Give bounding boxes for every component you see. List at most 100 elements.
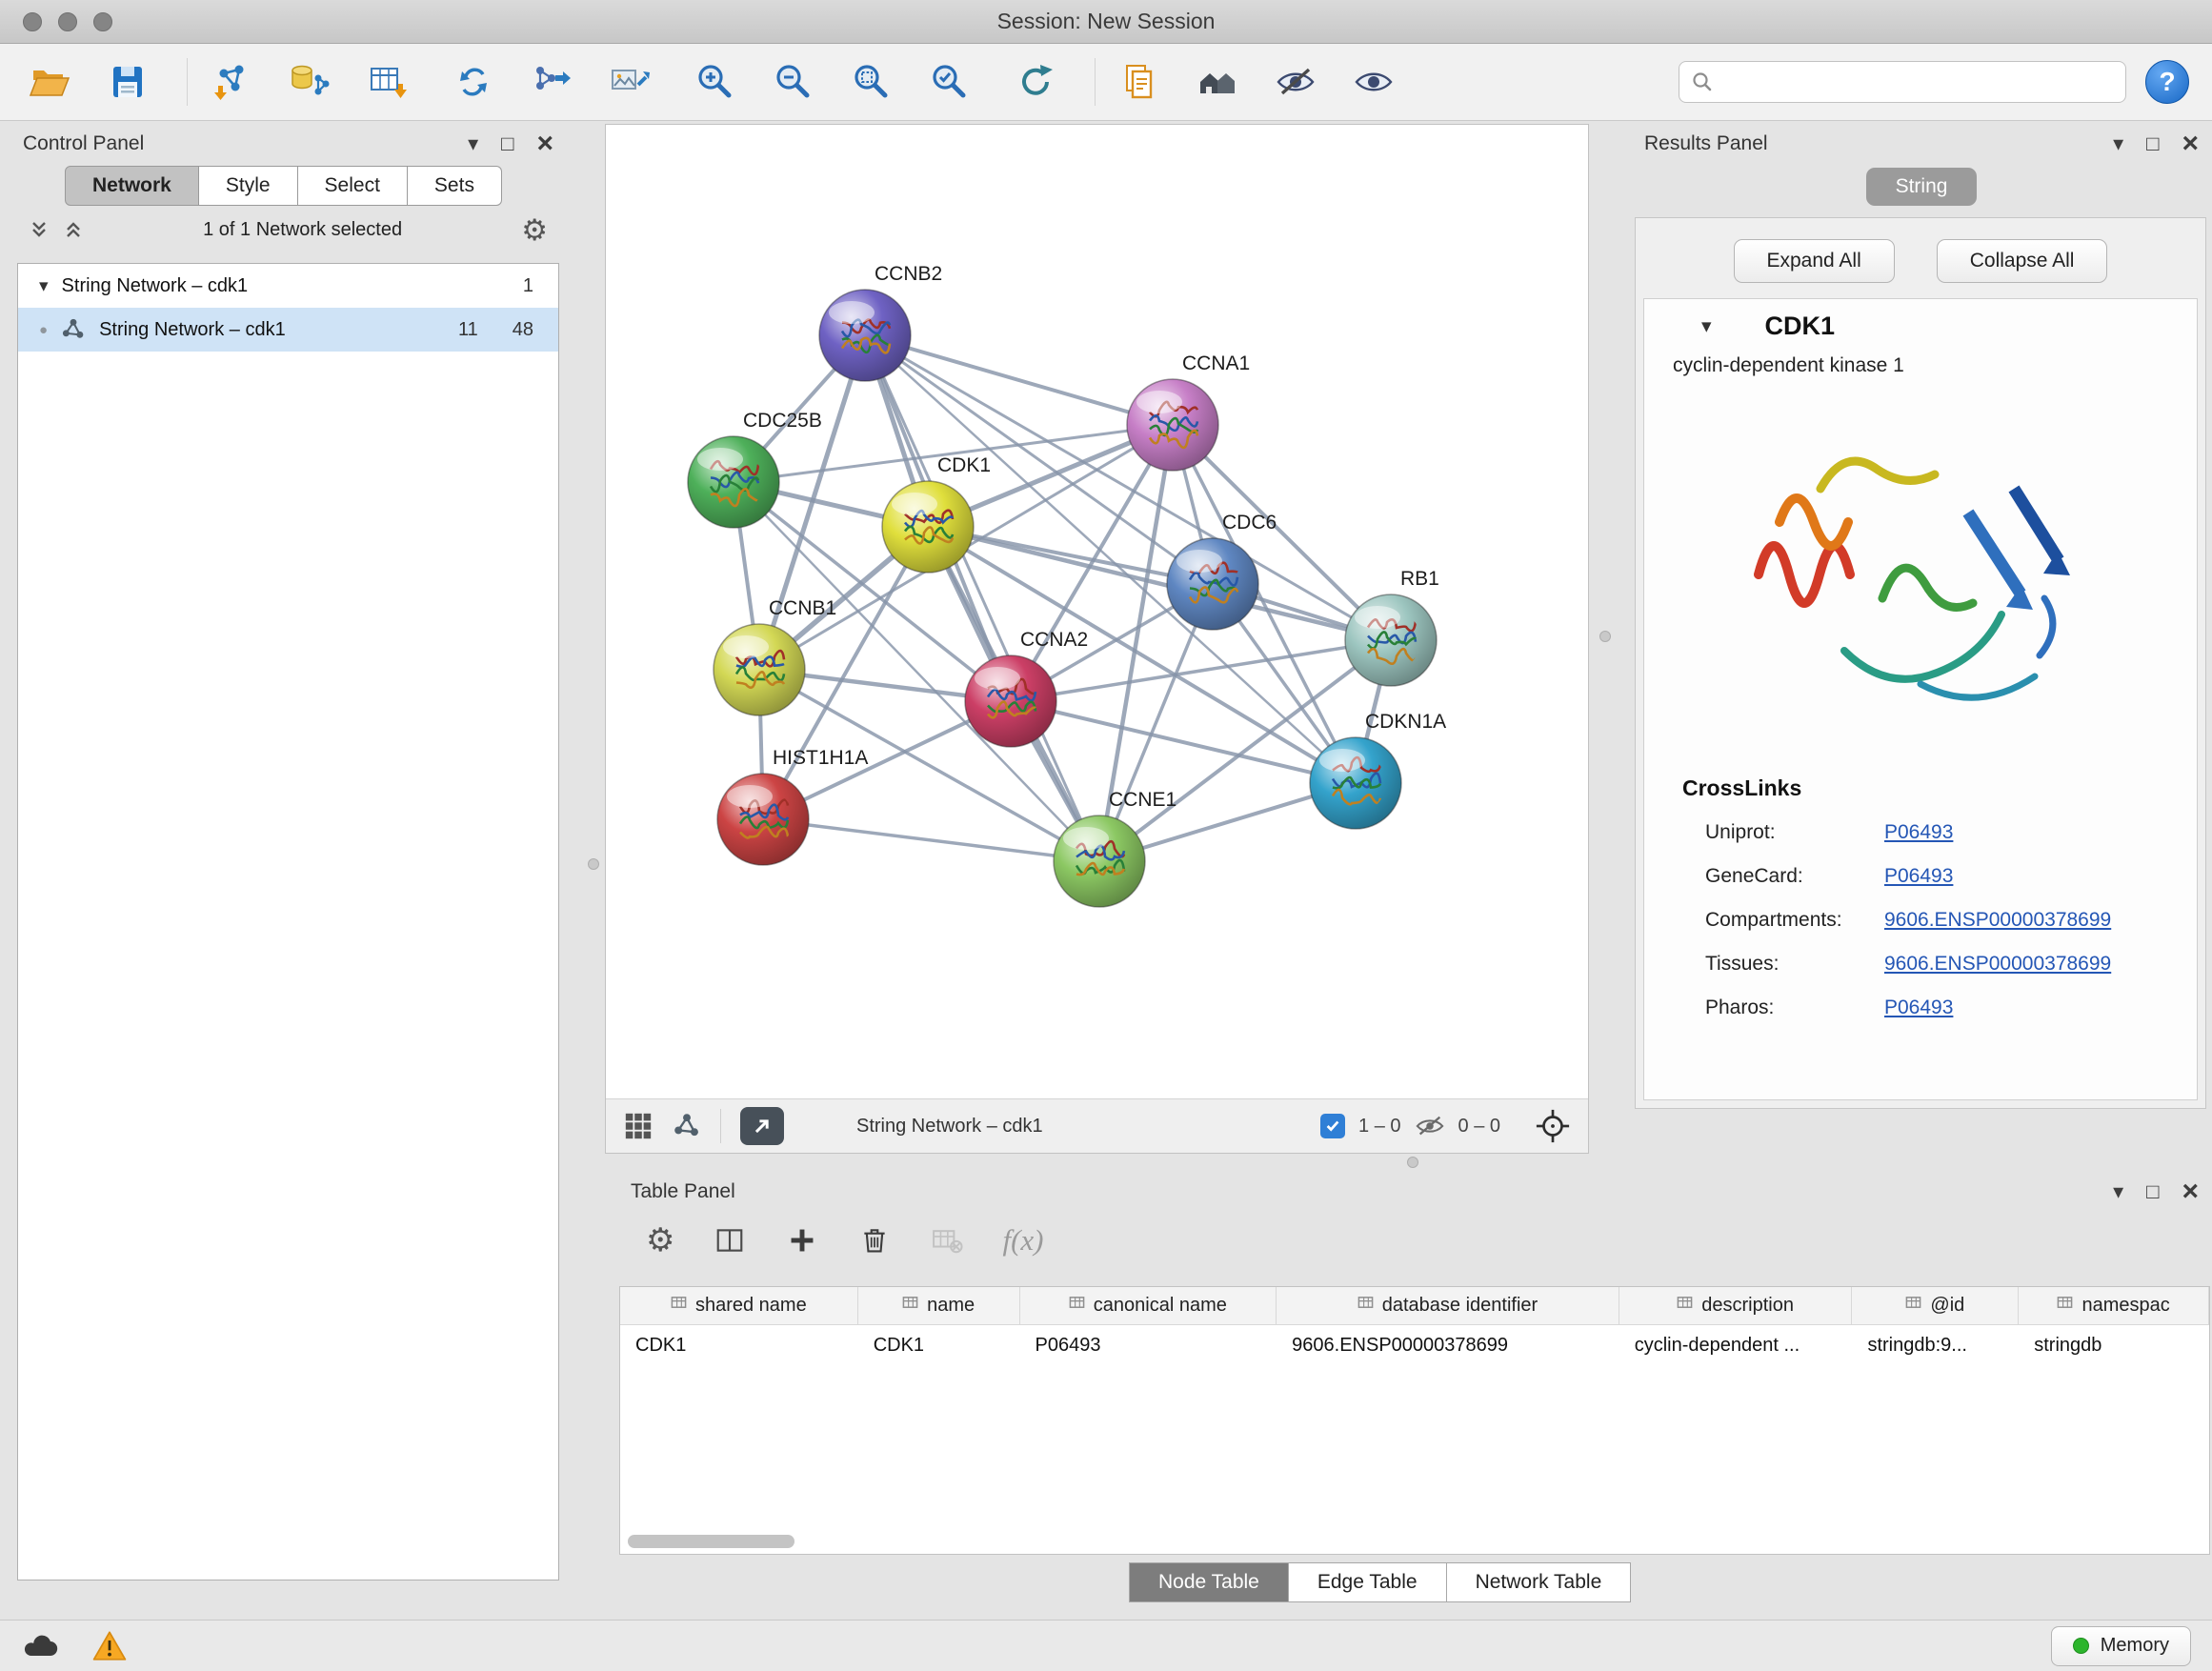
- column-header-database-identifier[interactable]: database identifier: [1277, 1287, 1619, 1324]
- warnings-button[interactable]: [91, 1628, 128, 1664]
- selected-checkbox[interactable]: [1320, 1114, 1345, 1138]
- crosslink-link[interactable]: P06493: [1884, 821, 1953, 844]
- expand-all-icon[interactable]: [63, 219, 84, 240]
- close-window-button[interactable]: [23, 12, 42, 31]
- column-header-description[interactable]: description: [1619, 1287, 1853, 1324]
- export-network-button[interactable]: [525, 52, 578, 111]
- edge-CCNB2-CCNE1[interactable]: [865, 335, 1099, 861]
- edge-CDK1-RB1[interactable]: [928, 527, 1391, 640]
- node-CCNB1[interactable]: CCNB1: [714, 597, 836, 715]
- close-panel-icon[interactable]: ×: [2182, 130, 2199, 158]
- tab-style[interactable]: Style: [199, 166, 298, 206]
- close-panel-icon[interactable]: ×: [536, 130, 553, 158]
- import-network-from-file-button[interactable]: [205, 52, 258, 111]
- first-neighbors-button[interactable]: [447, 52, 500, 111]
- tab-network-table[interactable]: Network Table: [1447, 1562, 1632, 1602]
- search-box[interactable]: [1679, 61, 2126, 103]
- share-network-icon[interactable]: [673, 1112, 701, 1140]
- node-label: CCNB1: [769, 597, 836, 619]
- tab-sets[interactable]: Sets: [408, 166, 502, 206]
- import-network-from-database-button[interactable]: [283, 52, 336, 111]
- search-input[interactable]: [1721, 71, 2114, 93]
- crosslink-link[interactable]: 9606.ENSP00000378699: [1884, 953, 2111, 976]
- column-type-icon: [2057, 1295, 2073, 1311]
- zoom-out-button[interactable]: [767, 52, 820, 111]
- horizontal-scrollbar[interactable]: [628, 1535, 2202, 1548]
- tree-expander-icon[interactable]: ▾: [39, 275, 49, 297]
- bottom-splitter-handle[interactable]: [1407, 1157, 1418, 1168]
- node-CCNB2[interactable]: CCNB2: [819, 263, 942, 381]
- scrollbar-thumb[interactable]: [628, 1535, 794, 1548]
- expand-all-button[interactable]: Expand All: [1734, 239, 1895, 283]
- collapse-all-icon[interactable]: [29, 219, 50, 240]
- zoom-fit-button[interactable]: [845, 52, 898, 111]
- card-expander-icon[interactable]: ▾: [1701, 314, 1712, 338]
- column-header--id[interactable]: @id: [1852, 1287, 2019, 1324]
- table-row[interactable]: CDK1CDK1P064939606.ENSP00000378699cyclin…: [620, 1325, 2209, 1365]
- node-CCNA1[interactable]: CCNA1: [1127, 352, 1250, 471]
- close-panel-icon[interactable]: ×: [2182, 1178, 2199, 1206]
- float-panel-icon[interactable]: □: [2146, 1181, 2159, 1202]
- node-CDC6[interactable]: CDC6: [1167, 512, 1277, 630]
- collapse-panel-icon[interactable]: ▾: [2113, 1181, 2123, 1202]
- column-label: name: [927, 1295, 975, 1317]
- tab-node-table[interactable]: Node Table: [1129, 1562, 1289, 1602]
- float-panel-icon[interactable]: □: [501, 133, 513, 154]
- app-window: Session: New Session: [0, 0, 2212, 1671]
- crosslink-link[interactable]: 9606.ENSP00000378699: [1884, 909, 2111, 932]
- detach-view-button[interactable]: [740, 1107, 784, 1145]
- left-splitter-handle[interactable]: [588, 858, 599, 870]
- open-report-button[interactable]: [1113, 52, 1166, 111]
- help-button[interactable]: ?: [2145, 60, 2189, 104]
- network-canvas[interactable]: CCNB2CCNA1CDC25BCDK1CDC6RB1CCNB1CCNA2CDK…: [606, 125, 1588, 1098]
- network-row[interactable]: ● String Network – cdk1 11 48: [18, 308, 558, 352]
- protein-card-header[interactable]: ▾ CDK1: [1644, 299, 2197, 352]
- node-HIST1H1A[interactable]: HIST1H1A: [717, 747, 868, 865]
- float-panel-icon[interactable]: □: [2146, 133, 2159, 154]
- network-options-gear-icon[interactable]: ⚙: [521, 215, 548, 245]
- edge-HIST1H1A-CCNE1[interactable]: [763, 819, 1099, 861]
- show-columns-icon[interactable]: [713, 1223, 747, 1258]
- column-header-shared-name[interactable]: shared name: [620, 1287, 858, 1324]
- hide-graphics-details-button[interactable]: [1269, 52, 1322, 111]
- collapse-all-button[interactable]: Collapse All: [1937, 239, 2108, 283]
- edge-CCNB2-CCNA1[interactable]: [865, 335, 1173, 425]
- node-CDKN1A[interactable]: CDKN1A: [1310, 711, 1446, 829]
- table-settings-gear-icon[interactable]: ⚙: [646, 1224, 674, 1257]
- export-image-button[interactable]: [603, 52, 656, 111]
- save-session-button[interactable]: [101, 52, 154, 111]
- grid-view-icon[interactable]: [623, 1111, 654, 1141]
- node-RB1[interactable]: RB1: [1345, 568, 1439, 686]
- column-header-name[interactable]: name: [858, 1287, 1020, 1324]
- import-table-from-file-button[interactable]: [361, 52, 414, 111]
- column-header-namespac[interactable]: namespac: [2019, 1287, 2209, 1324]
- function-builder-button[interactable]: f(x): [1002, 1223, 1043, 1258]
- window-controls: [23, 12, 112, 31]
- add-column-icon[interactable]: [785, 1223, 819, 1258]
- collapse-panel-icon[interactable]: ▾: [2113, 133, 2123, 154]
- delete-column-icon[interactable]: [857, 1223, 892, 1258]
- cloud-status-button[interactable]: [21, 1627, 59, 1665]
- crosslink-link[interactable]: P06493: [1884, 997, 1953, 1019]
- refresh-view-button[interactable]: [1009, 52, 1062, 111]
- open-session-button[interactable]: [23, 52, 76, 111]
- collapse-panel-icon[interactable]: ▾: [468, 133, 478, 154]
- column-header-canonical-name[interactable]: canonical name: [1020, 1287, 1277, 1324]
- show-graphics-details-button[interactable]: [1347, 52, 1400, 111]
- zoom-in-button[interactable]: [689, 52, 742, 111]
- right-splitter-handle[interactable]: [1599, 631, 1611, 642]
- tab-network[interactable]: Network: [65, 166, 199, 206]
- tab-select[interactable]: Select: [298, 166, 408, 206]
- network-collection-row[interactable]: ▾ String Network – cdk1 1: [18, 264, 558, 308]
- crosslink-link[interactable]: P06493: [1884, 865, 1953, 888]
- column-label: shared name: [695, 1295, 807, 1317]
- crosshair-icon[interactable]: [1535, 1108, 1571, 1144]
- tab-string[interactable]: String: [1866, 168, 1977, 206]
- zoom-selected-button[interactable]: [923, 52, 976, 111]
- minimize-window-button[interactable]: [58, 12, 77, 31]
- zoom-window-button[interactable]: [93, 12, 112, 31]
- memory-button[interactable]: Memory: [2051, 1626, 2191, 1666]
- home-button[interactable]: [1191, 52, 1244, 111]
- node-CDC25B[interactable]: CDC25B: [688, 410, 822, 528]
- tab-edge-table[interactable]: Edge Table: [1289, 1562, 1447, 1602]
